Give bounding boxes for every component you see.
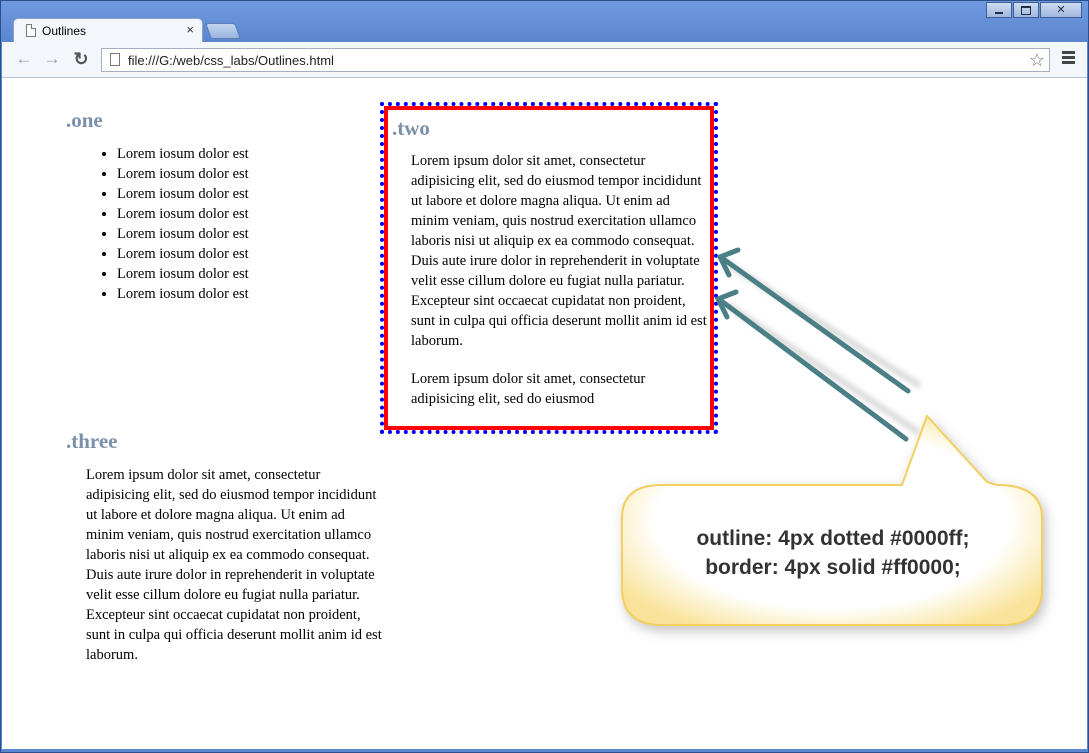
menu-icon[interactable] (1062, 51, 1075, 66)
tab-outlines[interactable]: Outlines × (13, 18, 203, 43)
tab-close-icon[interactable]: × (186, 22, 194, 37)
menu-bar-3 (1062, 61, 1075, 64)
toolbar: ← → ↻ file:///G:/web/css_labs/Outlines.h… (2, 42, 1087, 78)
callout-text: outline: 4px dotted #0000ff; border: 4px… (622, 524, 1044, 582)
tab-title: Outlines (42, 24, 87, 38)
forward-arrow-icon: → (43, 49, 61, 68)
callout-bubble (621, 414, 1043, 626)
callout-line-outline: outline: 4px dotted #0000ff; (696, 527, 970, 550)
reload-button[interactable]: ↻ (71, 49, 91, 69)
doc-icon (110, 53, 120, 66)
window-controls: ✕ (985, 2, 1082, 18)
maximize-icon (1021, 5, 1031, 15)
maximize-button[interactable] (1013, 2, 1039, 18)
forward-button[interactable]: → (42, 49, 62, 69)
callout-shape (621, 414, 1043, 626)
callout-line-border: border: 4px solid #ff0000; (705, 556, 961, 579)
browser-window: ✕ Outlines × ← → ↻ file:///G:/web/css_la… (0, 0, 1089, 753)
close-icon: ✕ (1056, 3, 1066, 16)
close-window-button[interactable]: ✕ (1040, 2, 1082, 18)
reload-icon: ↻ (73, 49, 89, 69)
address-bar[interactable]: file:///G:/web/css_labs/Outlines.html ☆ (101, 48, 1050, 72)
star-icon[interactable]: ☆ (1029, 50, 1045, 71)
page-viewport: .one Lorem iosum dolor est Lorem iosum d… (2, 78, 1087, 749)
menu-bar-1 (1062, 51, 1075, 54)
minimize-button[interactable] (986, 2, 1012, 18)
back-button[interactable]: ← (14, 49, 34, 69)
menu-bar-2 (1062, 56, 1075, 59)
back-arrow-icon: ← (15, 49, 33, 68)
url-text[interactable]: file:///G:/web/css_labs/Outlines.html (128, 53, 334, 68)
minimize-icon (995, 12, 1003, 14)
page-icon (26, 24, 36, 37)
new-tab-button[interactable] (205, 23, 241, 39)
